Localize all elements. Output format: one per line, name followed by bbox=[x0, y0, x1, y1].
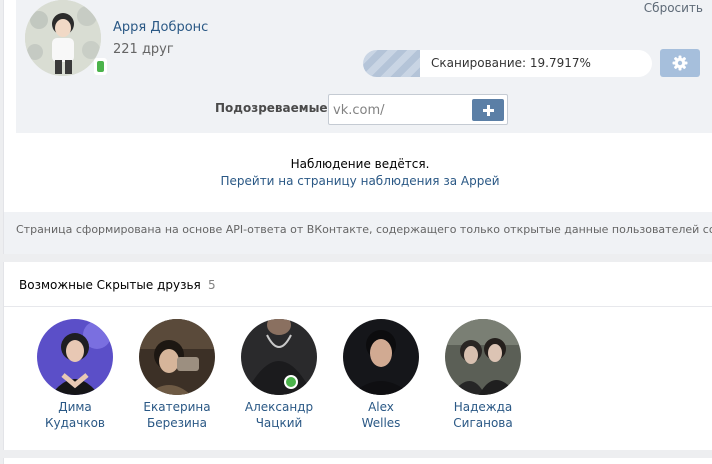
friend-name[interactable]: Екатерина Березина bbox=[126, 399, 228, 431]
scan-card: Сбросить Арря Добронс 221 друг Сканирова… bbox=[3, 0, 712, 254]
divider bbox=[4, 306, 712, 307]
hidden-friends-card: Возможные Скрытые друзья 5 Дима Кудачков bbox=[3, 262, 712, 450]
friend-card[interactable]: Екатерина Березина bbox=[126, 319, 228, 431]
profile-name[interactable]: Арря Добронс bbox=[113, 20, 208, 35]
plus-icon bbox=[482, 104, 494, 116]
watch-page-link[interactable]: Перейти на страницу наблюдения за Аррей bbox=[4, 174, 712, 188]
watch-status: Наблюдение ведётся. bbox=[290, 157, 430, 171]
friend-name[interactable]: Александр Чацкий bbox=[228, 399, 330, 431]
settings-button[interactable] bbox=[660, 49, 700, 77]
friend-avatar[interactable] bbox=[37, 319, 113, 395]
profile-panel: Сбросить Арря Добронс 221 друг Сканирова… bbox=[16, 0, 712, 133]
add-suspect-button[interactable] bbox=[472, 99, 504, 121]
hidden-friends-count: 5 bbox=[208, 278, 216, 292]
friend-card[interactable]: Александр Чацкий bbox=[228, 319, 330, 431]
scan-progress-bar: Сканирование: 19.7917% bbox=[363, 50, 652, 77]
suspects-label: Подозреваемые: bbox=[215, 101, 333, 115]
hidden-friends-title: Возможные Скрытые друзья bbox=[19, 278, 201, 292]
gear-icon bbox=[672, 55, 688, 71]
suspects-input[interactable] bbox=[333, 100, 463, 120]
friend-card[interactable]: Alex Welles bbox=[330, 319, 432, 431]
mobile-phone-icon bbox=[94, 58, 107, 75]
friend-name[interactable]: Alex Welles bbox=[330, 399, 432, 431]
profile-avatar[interactable] bbox=[25, 0, 101, 76]
scan-progress-label: Сканирование: 19.7917% bbox=[431, 56, 591, 70]
api-footnote: Страница сформирована на основе API-отве… bbox=[16, 223, 712, 236]
next-card-edge bbox=[3, 458, 712, 464]
friend-avatar[interactable] bbox=[343, 319, 419, 395]
friend-avatar[interactable] bbox=[445, 319, 521, 395]
suspects-field bbox=[328, 94, 508, 125]
friends-count: 221 друг bbox=[113, 42, 174, 57]
friend-card[interactable]: Надежда Сиганова bbox=[432, 319, 534, 431]
footnote-bar: Страница сформирована на основе API-отве… bbox=[4, 212, 712, 254]
friend-card[interactable]: Дима Кудачков bbox=[24, 319, 126, 431]
reset-link[interactable]: Сбросить bbox=[644, 1, 703, 15]
friend-avatar[interactable] bbox=[139, 319, 215, 395]
friend-name[interactable]: Надежда Сиганова bbox=[432, 399, 534, 431]
online-indicator bbox=[284, 375, 298, 389]
friend-avatar[interactable] bbox=[241, 319, 317, 395]
scan-progress-fill bbox=[363, 50, 421, 77]
friend-name[interactable]: Дима Кудачков bbox=[24, 399, 126, 431]
